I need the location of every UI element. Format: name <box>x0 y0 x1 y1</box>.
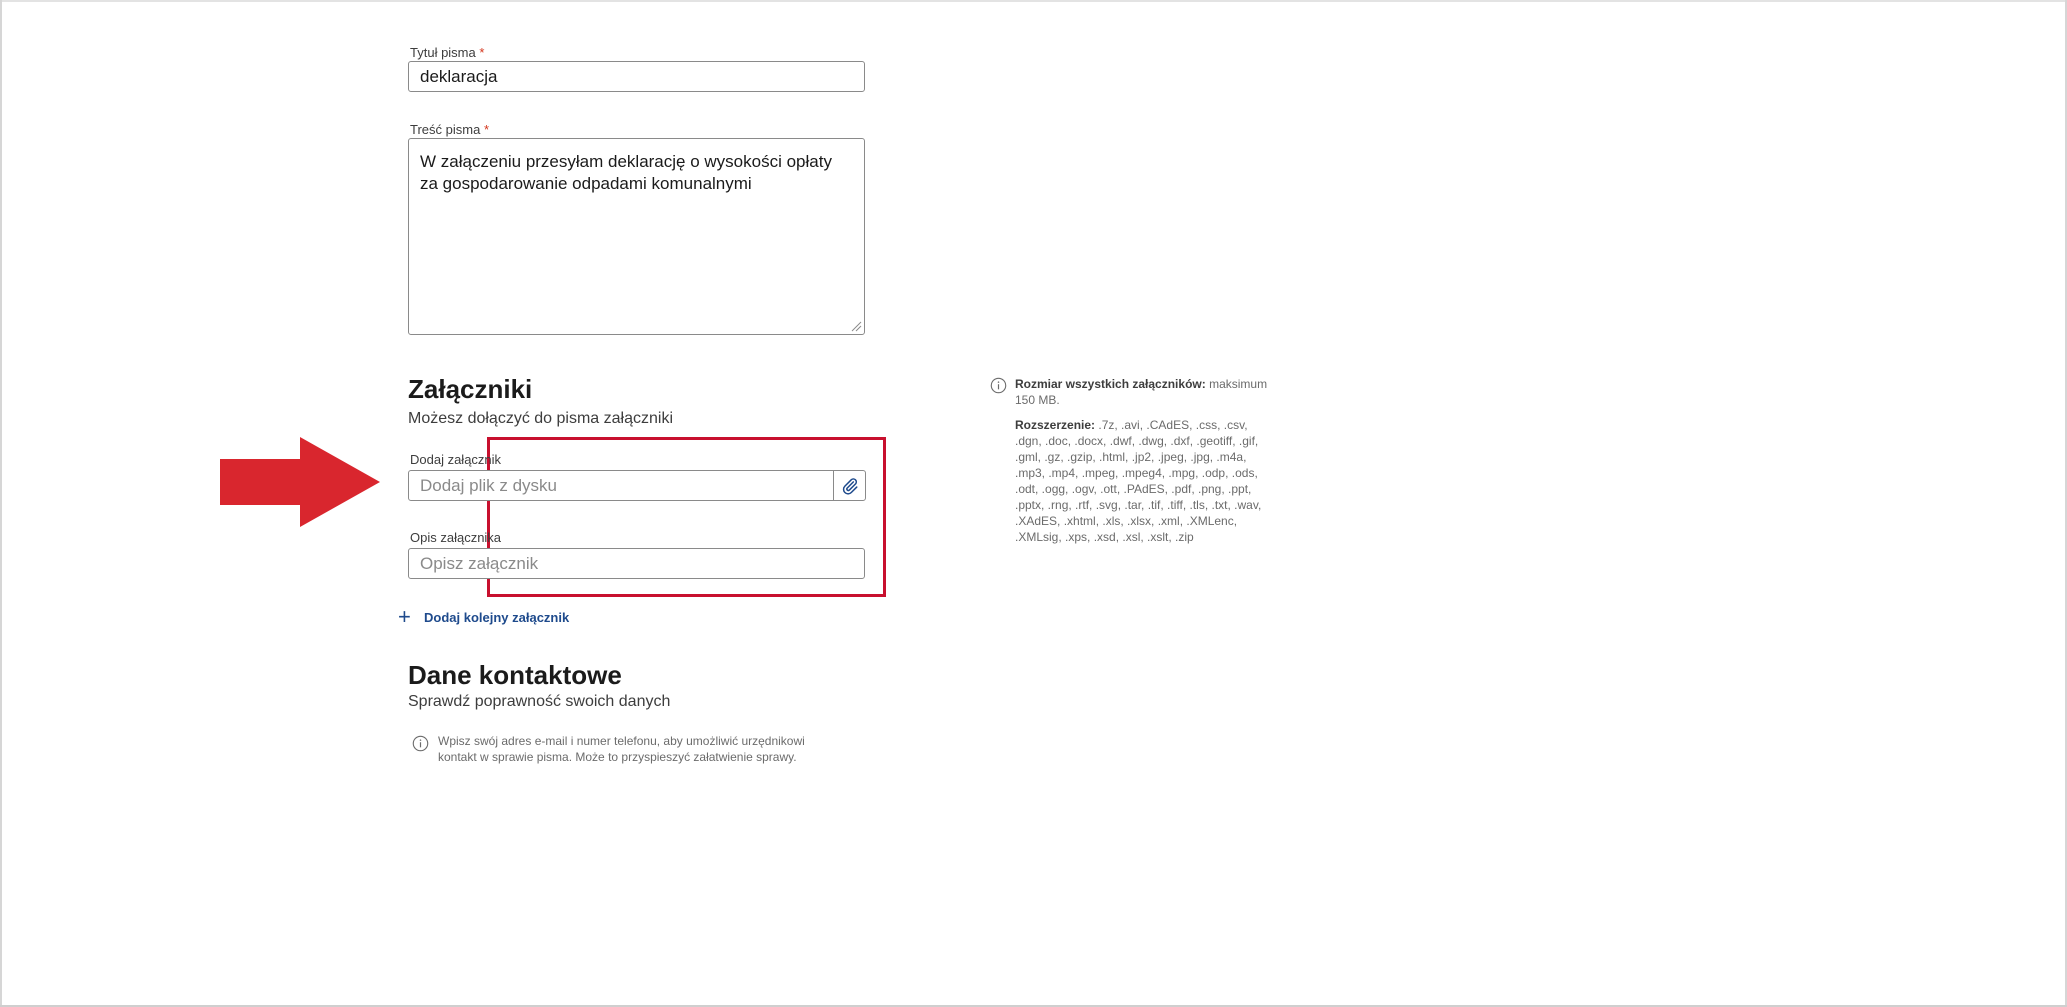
size-limit-label: Rozmiar wszystkich załączników: <box>1015 377 1206 391</box>
page-left-border <box>0 0 2 1007</box>
extensions-label: Rozszerzenie: <box>1015 418 1096 432</box>
required-mark: * <box>483 122 489 137</box>
add-another-attachment-text: Dodaj kolejny załącznik <box>424 609 570 625</box>
info-circle-icon <box>412 735 429 752</box>
contact-subtitle: Sprawdź poprawność swoich danych <box>408 693 671 710</box>
resize-grip-icon[interactable] <box>850 320 862 332</box>
attachments-heading: Załączniki <box>408 374 533 404</box>
add-another-attachment-link[interactable]: + Dodaj kolejny załącznik <box>398 604 570 629</box>
arrow-right-icon <box>220 437 380 527</box>
attach-file-button[interactable] <box>833 470 866 501</box>
attachment-description-input[interactable] <box>408 548 865 579</box>
extensions-value: .7z, .avi, .CAdES, .css, .csv, .dgn, .do… <box>1015 418 1262 544</box>
body-field-label: Treść pisma * <box>410 122 489 137</box>
add-attachment-input[interactable] <box>408 470 834 501</box>
plus-icon: + <box>398 604 411 629</box>
attachment-requirements-info: Rozmiar wszystkich załączników: maksimum… <box>1015 376 1270 554</box>
body-label-text: Treść pisma <box>410 122 481 137</box>
add-attachment-label: Dodaj załącznik <box>410 452 502 467</box>
attachment-description-label: Opis załącznika <box>410 530 502 545</box>
paperclip-icon <box>842 477 857 495</box>
size-limit-text: Rozmiar wszystkich załączników: maksimum… <box>1015 376 1270 408</box>
info-circle-icon <box>990 377 1007 394</box>
title-label-text: Tytuł pisma <box>410 45 476 60</box>
required-mark: * <box>479 45 485 60</box>
contact-info-note: Wpisz swój adres e-mail i numer telefonu… <box>438 734 805 764</box>
attachments-subtitle: Możesz dołączyć do pisma załączniki <box>408 410 673 427</box>
contact-heading: Dane kontaktowe <box>408 660 622 690</box>
title-field-label: Tytuł pisma * <box>410 45 484 60</box>
extensions-text: Rozszerzenie: .7z, .avi, .CAdES, .css, .… <box>1015 417 1270 545</box>
page-top-border <box>0 0 2067 2</box>
body-textarea[interactable]: W załączeniu przesyłam deklarację o wyso… <box>408 138 865 335</box>
title-input[interactable] <box>408 61 865 92</box>
